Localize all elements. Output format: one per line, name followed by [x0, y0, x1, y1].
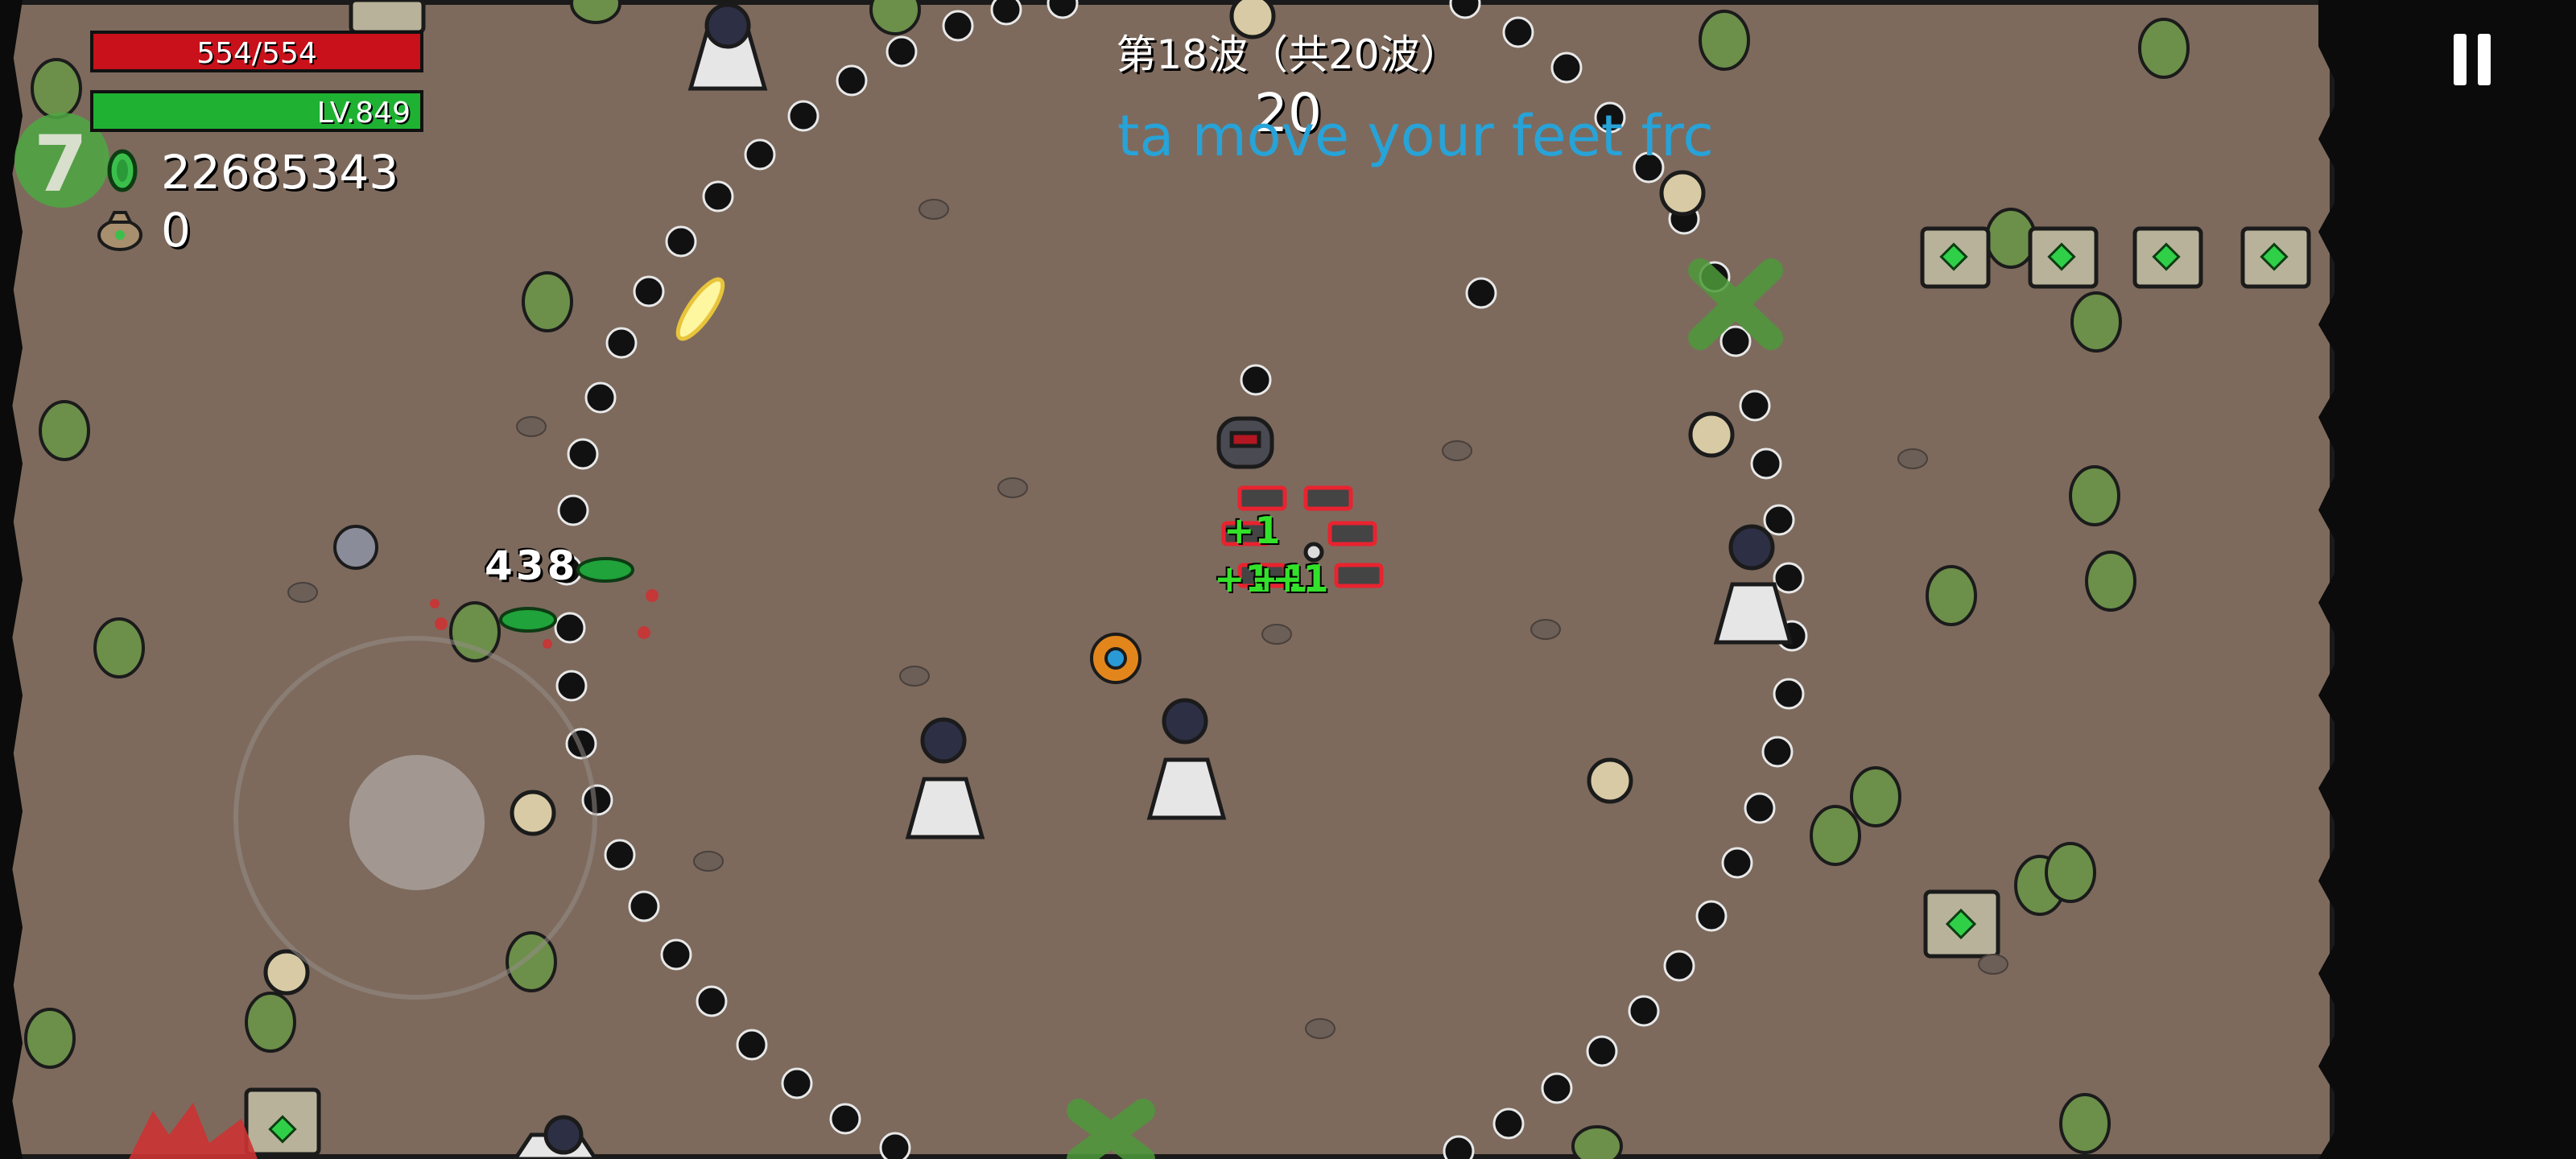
bag-count: 0 — [161, 203, 191, 258]
coin-icon — [107, 149, 138, 192]
pause-button[interactable] — [2444, 29, 2500, 93]
level-bar: LV.849 — [90, 90, 423, 132]
yellow-bolt — [675, 277, 725, 341]
pickup-popup: +1 — [1272, 557, 1329, 600]
orange-drone — [1090, 633, 1141, 684]
health-bar: 554/554 — [90, 31, 423, 72]
orb-ring — [551, 0, 1808, 1159]
logo-text: 7 — [34, 119, 88, 209]
pickup-popup: +1 — [1224, 509, 1281, 552]
scrolling-message: ta move your feet frc — [1117, 103, 1714, 169]
level-text: LV.849 — [316, 97, 411, 130]
damage-number: 438 — [485, 542, 579, 589]
coin-count: 22685343 — [161, 145, 399, 200]
bag-icon — [97, 211, 142, 251]
health-text: 554/554 — [196, 37, 317, 70]
robed-enemies — [512, 2, 1794, 1159]
joystick-knob[interactable] — [349, 755, 485, 890]
arena-right-wall — [2318, 0, 2576, 1159]
ghost-enemy — [333, 525, 378, 570]
wave-label: 第18波（共20波） — [1116, 31, 1460, 78]
game-arena[interactable]: 438 +1 +1 +1 +1 7 554/554 LV.849 2268534… — [0, 0, 2334, 1159]
